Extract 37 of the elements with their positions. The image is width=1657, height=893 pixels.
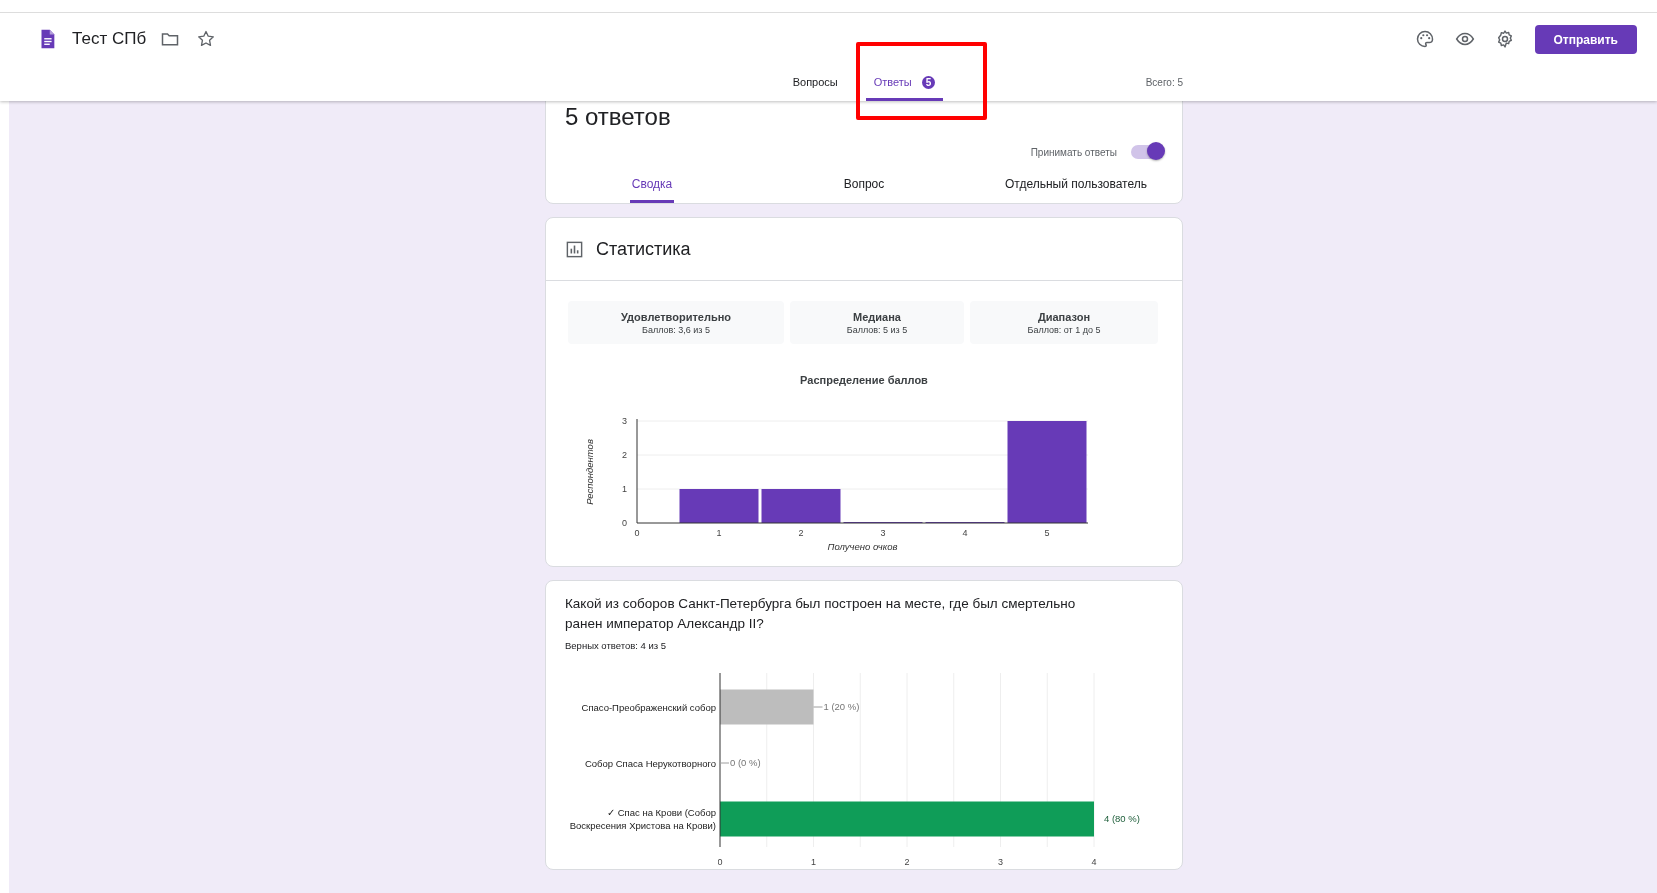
axis-tick-label: 0 [718, 857, 723, 867]
accept-responses-label: Принимать ответы [1030, 146, 1117, 158]
statistics-title: Статистика [596, 238, 691, 260]
stat-value: Баллов: от 1 до 5 [1027, 325, 1101, 335]
axis-tick-label: 2 [798, 528, 804, 538]
question-text: Какой из соборов Санкт-Петербурга был построен на месте, где был смертельно ранен император Александр II? [564, 595, 1077, 633]
stat-value: Баллов: 3,6 из 5 [642, 325, 710, 335]
value-label: 0 (0 %) [730, 757, 761, 768]
chart-title: Распределение баллов [799, 374, 929, 386]
answer-option-label: Собор Спаса Нерукотворного [584, 756, 716, 770]
total-count: Всего: 5 [1145, 76, 1183, 90]
axis-tick-label: 0 [622, 518, 627, 528]
axis-tick-label: 4 [962, 528, 968, 538]
value-label: 1 (20 %) [823, 701, 860, 712]
axis-tick-label: 4 [1091, 857, 1097, 867]
axis-tick-label: 3 [622, 416, 627, 426]
axis-tick-label: 5 [1044, 528, 1050, 538]
axis-tick-label: 2 [904, 857, 910, 867]
y-axis-title: Респондентов [584, 439, 595, 505]
axis-tick-label: 2 [622, 450, 627, 460]
stat-label: Удовлетворительно [620, 311, 732, 323]
count-badge: 5 [921, 75, 936, 89]
stat-label: Диапазон [1037, 311, 1091, 323]
x-axis-title: Получено очков [827, 541, 898, 552]
answer-option-label: Спасо-Преображенский собор [581, 700, 716, 714]
value-label: 4 (80 %) [1104, 813, 1140, 824]
axis-tick-label: 3 [998, 857, 1003, 867]
axis-tick-label: 1 [622, 484, 627, 494]
axis-tick-label: 3 [880, 528, 886, 538]
responses-heading: 5 ответов [564, 102, 672, 131]
stat-label: Медиана [853, 311, 901, 323]
axis-tick-label: 0 [634, 528, 640, 538]
stat-value: Баллов: 5 из 5 [846, 325, 908, 335]
answer-option-label: ✓ Спас на Крови (Собор Воскресения Христова на Крови) [568, 806, 716, 832]
correct-answers-count: Верных ответов: 4 из 5 [564, 639, 668, 651]
axis-tick-label: 1 [716, 528, 722, 538]
axis-tick-label: 1 [811, 857, 816, 867]
